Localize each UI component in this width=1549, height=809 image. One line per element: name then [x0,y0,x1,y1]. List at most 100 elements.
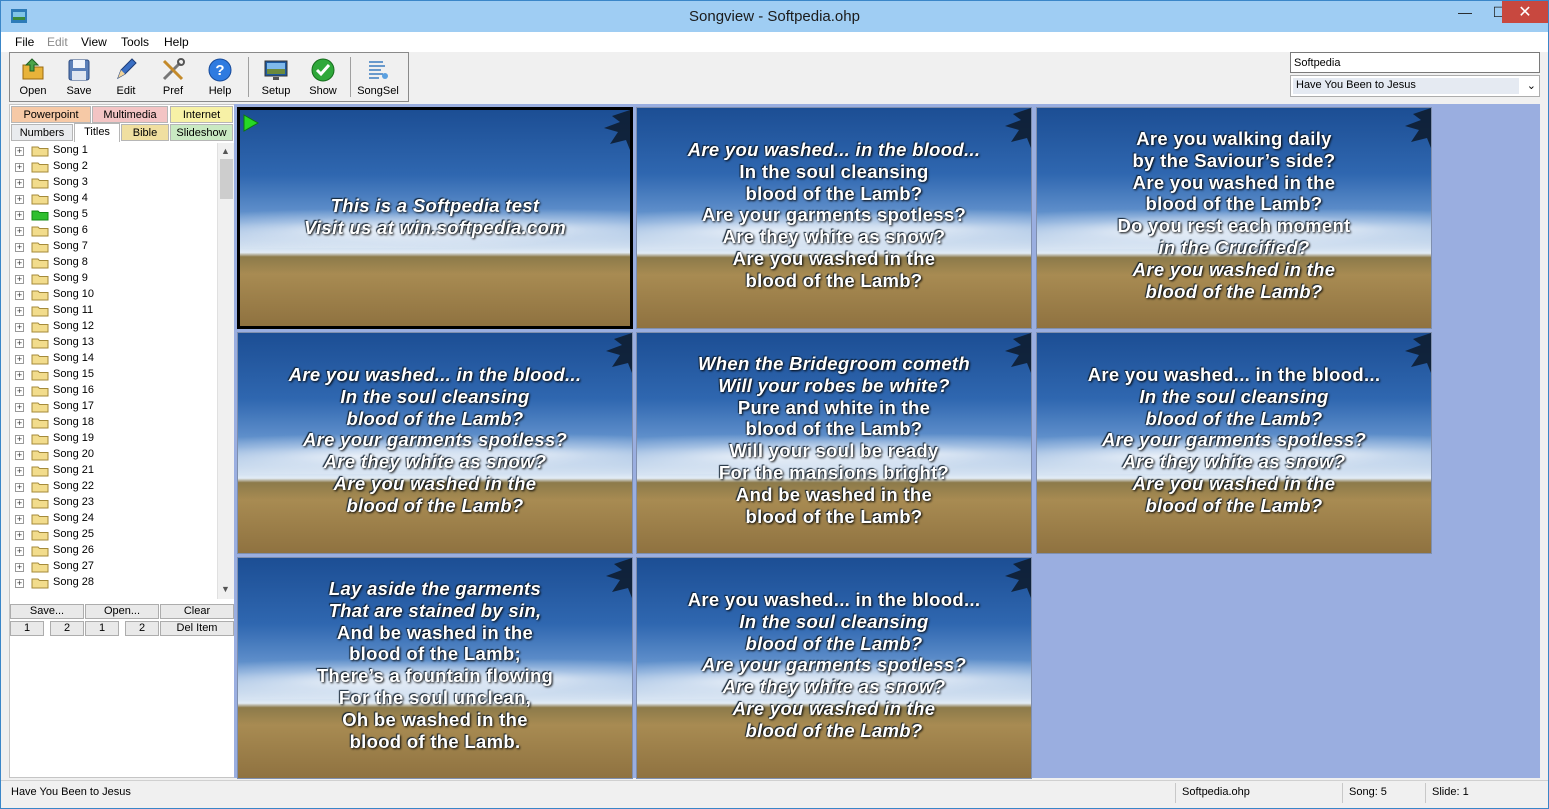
expand-icon[interactable]: + [15,275,24,284]
tree-item-song[interactable]: + Song 21 [10,463,234,479]
tree-item-song[interactable]: + Song 1 [10,143,234,159]
tree-item-song[interactable]: + Song 27 [10,559,234,575]
slide-thumbnail[interactable]: This is a Softpedia test Visit us at win.… [237,107,633,329]
expand-icon[interactable]: + [15,483,24,492]
tab-bible[interactable]: Bible [121,124,169,141]
expand-icon[interactable]: + [15,227,24,236]
tree-item-song[interactable]: + Song 24 [10,511,234,527]
tree-item-song[interactable]: + Song 8 [10,255,234,271]
menu-help[interactable]: Help [164,35,189,49]
slide-thumbnail[interactable]: Are you walking daily by the Saviour’s si… [1036,107,1432,329]
tree-item-song[interactable]: + Song 19 [10,431,234,447]
expand-icon[interactable]: + [15,451,24,460]
slide-thumbnail[interactable]: Are you washed... in the blood... In the … [636,557,1032,779]
tree-item-song[interactable]: + Song 6 [10,223,234,239]
expand-icon[interactable]: + [15,499,24,508]
tree-item-song[interactable]: + Song 26 [10,543,234,559]
songsel-button[interactable]: SongSel [355,55,401,99]
show-button[interactable]: Show [300,55,346,99]
tree-item-song[interactable]: + Song 20 [10,447,234,463]
expand-icon[interactable]: + [15,403,24,412]
setup-button[interactable]: Setup [253,55,299,99]
list-save-button[interactable]: Save... [10,604,84,619]
chevron-down-icon[interactable]: ⌄ [1527,79,1536,92]
tree-item-song[interactable]: + Song 5 [10,207,234,223]
tab-titles[interactable]: Titles [74,123,120,142]
tab-numbers[interactable]: Numbers [11,124,73,141]
tab-powerpoint[interactable]: Powerpoint [11,106,91,123]
slide-thumbnail[interactable]: Are you washed... in the blood... In the … [237,332,633,554]
list-1a-button[interactable]: 1 [10,621,44,636]
tree-item-song[interactable]: + Song 11 [10,303,234,319]
tree-item-song[interactable]: + Song 17 [10,399,234,415]
tree-item-song[interactable]: + Song 15 [10,367,234,383]
expand-icon[interactable]: + [15,547,24,556]
tab-internet[interactable]: Internet [170,106,233,123]
scroll-down-icon[interactable]: ▼ [221,584,230,594]
tree-item-song[interactable]: + Song 16 [10,383,234,399]
menu-file[interactable]: File [15,35,34,49]
tab-multimedia[interactable]: Multimedia [92,106,168,123]
pref-button[interactable]: Pref [150,55,196,99]
tree-item-song[interactable]: + Song 7 [10,239,234,255]
expand-icon[interactable]: + [15,179,24,188]
expand-icon[interactable]: + [15,243,24,252]
tree-item-song[interactable]: + Song 18 [10,415,234,431]
tree-item-song[interactable]: + Song 12 [10,319,234,335]
expand-icon[interactable]: + [15,259,24,268]
tree-item-song[interactable]: + Song 25 [10,527,234,543]
tree-item-song[interactable]: + Song 22 [10,479,234,495]
slide-thumbnail[interactable]: Are you washed... in the blood... In the … [1036,332,1432,554]
tree-item-song[interactable]: + Song 28 [10,575,234,591]
expand-icon[interactable]: + [15,419,24,428]
list-clear-button[interactable]: Clear [160,604,234,619]
tree-item-song[interactable]: + Song 9 [10,271,234,287]
scroll-up-icon[interactable]: ▲ [221,146,230,156]
expand-icon[interactable]: + [15,195,24,204]
slide-thumbnail[interactable]: Lay aside the garments That are stained b… [237,557,633,779]
expand-icon[interactable]: + [15,323,24,332]
scrollbar-thumb[interactable] [220,159,233,199]
menu-view[interactable]: View [81,35,107,49]
tree-item-song[interactable]: + Song 23 [10,495,234,511]
tree-item-song[interactable]: + Song 13 [10,335,234,351]
close-button[interactable]: ✕ [1502,1,1548,23]
expand-icon[interactable]: + [15,563,24,572]
expand-icon[interactable]: + [15,355,24,364]
tree-scrollbar[interactable]: ▲ ▼ [217,143,234,599]
expand-icon[interactable]: + [15,163,24,172]
open-button[interactable]: Open [10,55,56,99]
slide-thumbnail[interactable]: When the Bridegroom cometh Will your robe… [636,332,1032,554]
expand-icon[interactable]: + [15,307,24,316]
minimize-button[interactable]: — [1448,1,1482,23]
save-button[interactable]: Save [56,55,102,99]
list-1b-button[interactable]: 1 [85,621,119,636]
help-button[interactable]: ? Help [197,55,243,99]
search-input[interactable] [1290,52,1540,73]
list-2b-button[interactable]: 2 [125,621,159,636]
expand-icon[interactable]: + [15,339,24,348]
tree-item-song[interactable]: + Song 3 [10,175,234,191]
list-open-button[interactable]: Open... [85,604,159,619]
expand-icon[interactable]: + [15,291,24,300]
expand-icon[interactable]: + [15,531,24,540]
expand-icon[interactable]: + [15,387,24,396]
expand-icon[interactable]: + [15,467,24,476]
expand-icon[interactable]: + [15,211,24,220]
expand-icon[interactable]: + [15,435,24,444]
list-2a-button[interactable]: 2 [50,621,84,636]
tree-item-song[interactable]: + Song 2 [10,159,234,175]
menu-edit[interactable]: Edit [47,35,68,49]
expand-icon[interactable]: + [15,579,24,588]
del-item-button[interactable]: Del Item [160,621,234,636]
tree-item-song[interactable]: + Song 10 [10,287,234,303]
expand-icon[interactable]: + [15,147,24,156]
expand-icon[interactable]: + [15,515,24,524]
tree-item-song[interactable]: + Song 4 [10,191,234,207]
expand-icon[interactable]: + [15,371,24,380]
menu-tools[interactable]: Tools [121,35,149,49]
tree-item-song[interactable]: + Song 14 [10,351,234,367]
edit-button[interactable]: Edit [103,55,149,99]
song-select-dropdown[interactable]: Have You Been to Jesus ⌄ [1290,75,1540,97]
slide-thumbnail[interactable]: Are you washed... in the blood... In the … [636,107,1032,329]
